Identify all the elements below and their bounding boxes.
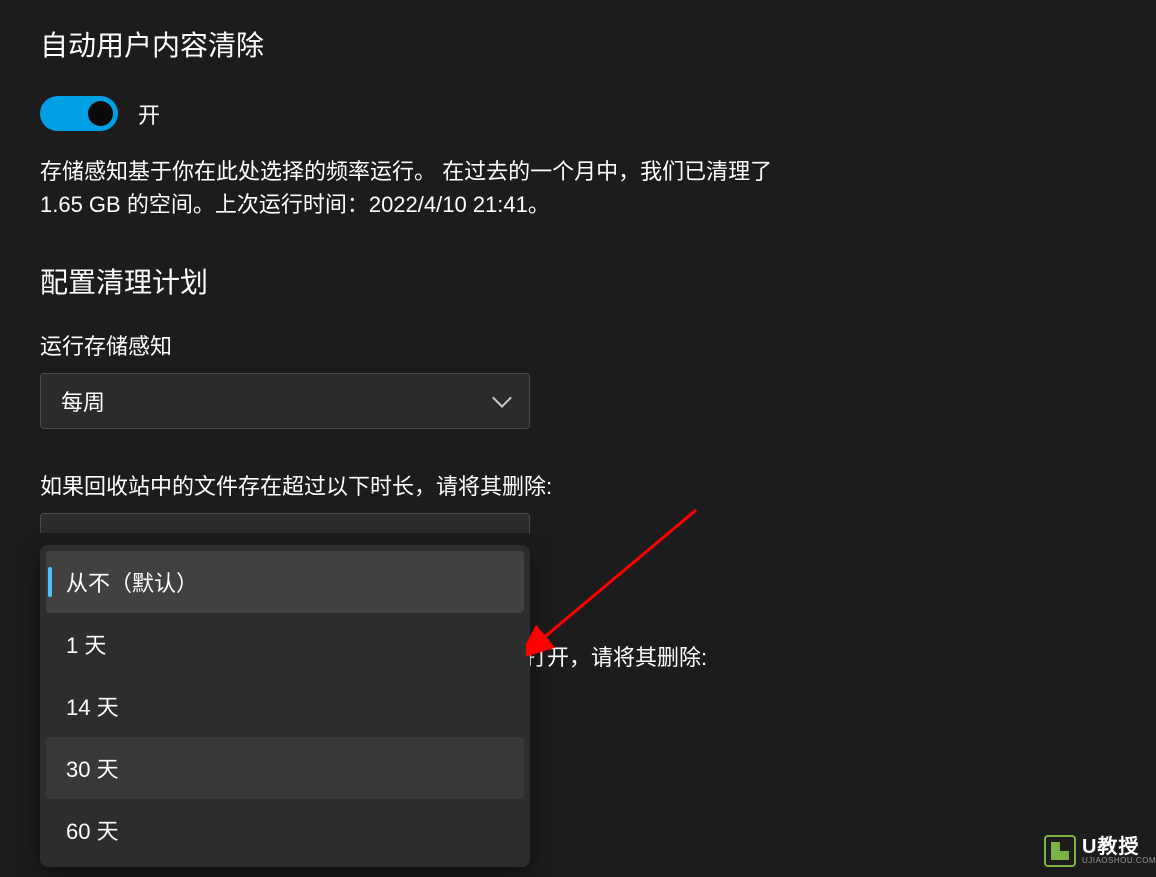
frequency-selected: 每周 [61,385,105,417]
toggle-knob [88,101,113,126]
dropdown-option-1day[interactable]: 1 天 [46,613,524,675]
page-title: 自动用户内容清除 [40,24,1116,64]
dropdown-option-30days[interactable]: 30 天 [46,737,524,799]
chevron-down-icon [492,388,512,408]
toggle-label: 开 [138,98,160,130]
dropdown-option-14days[interactable]: 14 天 [46,675,524,737]
watermark-logo-icon [1044,835,1076,867]
storage-sense-description: 存储感知基于你在此处选择的频率运行。 在过去的一个月中，我们已清理了 1.65 … [40,155,820,221]
dropdown-option-never[interactable]: 从不（默认） [46,551,524,613]
frequency-dropdown[interactable]: 每周 [40,373,530,429]
frequency-label: 运行存储感知 [40,329,1116,361]
recycle-bin-dropdown-menu: 从不（默认） 1 天 14 天 30 天 60 天 [40,545,530,867]
auto-clean-toggle[interactable] [40,96,118,131]
watermark-title: U教授 [1082,837,1156,857]
recycle-bin-dropdown-top[interactable] [40,513,530,533]
recycle-bin-label: 如果回收站中的文件存在超过以下时长，请将其删除: [40,469,1116,501]
cleanup-schedule-title: 配置清理计划 [40,261,1116,301]
watermark-subtitle: UJIAOSHOU.COM [1082,857,1156,865]
watermark: U教授 UJIAOSHOU.COM [1044,835,1156,867]
toggle-row: 开 [40,96,1116,131]
dropdown-option-60days[interactable]: 60 天 [46,799,524,861]
recycle-bin-dropdown-section: 从不（默认） 1 天 14 天 30 天 60 天 [40,513,1116,533]
obscured-label-text: 打开，请将其删除: [525,640,707,672]
